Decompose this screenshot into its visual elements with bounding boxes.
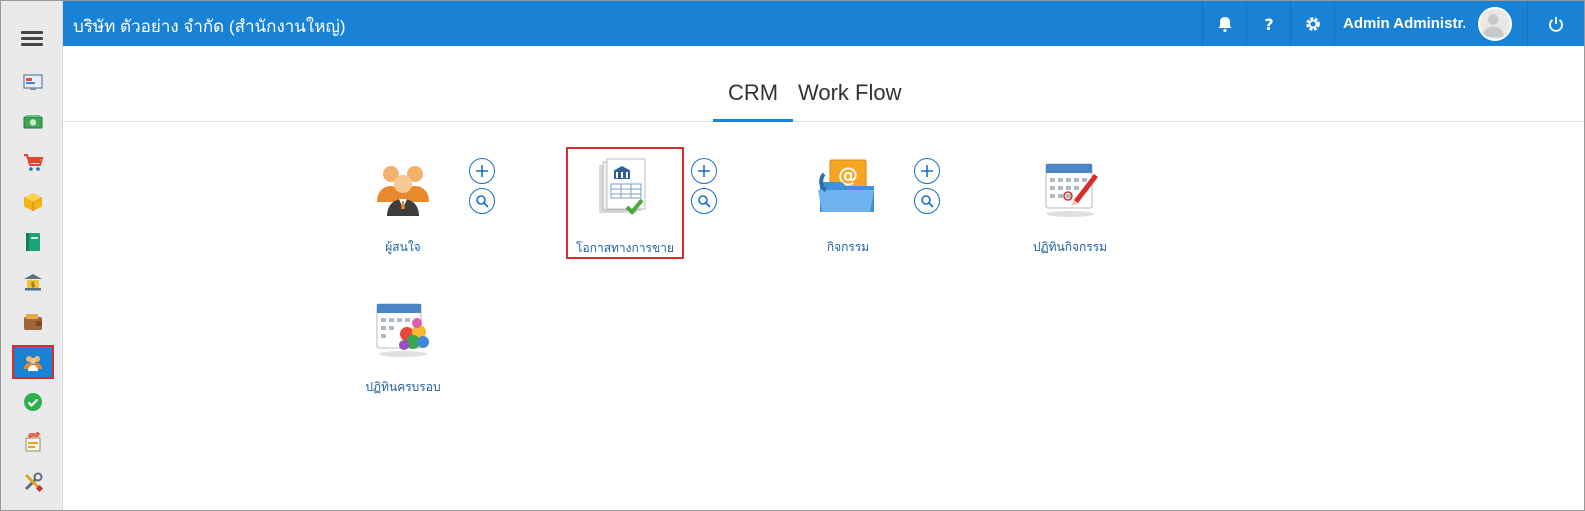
sidebar-item-transfer[interactable] (12, 425, 54, 459)
email-folder-icon: @ (818, 159, 874, 212)
sidebar: $ (1, 1, 63, 510)
tab-workflow[interactable]: Work Flow (798, 80, 902, 106)
search-icon (476, 195, 489, 208)
logout-button[interactable] (1527, 1, 1584, 46)
company-name: บริษัท ตัวอย่าง จำกัด (สำนักงานใหญ่) (73, 17, 346, 36)
book-icon (26, 233, 40, 251)
power-icon (1549, 16, 1563, 32)
opportunity-add-button[interactable] (691, 158, 717, 184)
cart-icon (24, 154, 44, 171)
svg-text:?: ? (1264, 15, 1273, 33)
module-leads[interactable]: ผู้สนใจ (344, 148, 462, 258)
sidebar-item-crm[interactable] (12, 345, 54, 379)
bank-icon: $ (24, 274, 42, 291)
activities-search-button[interactable] (914, 188, 940, 214)
plus-icon (921, 165, 933, 177)
module-tabs: CRM Work Flow (63, 46, 1584, 122)
wallet-icon (24, 314, 42, 330)
module-label: ปฏิทินกิจกรรม (1032, 240, 1108, 254)
module-sales-opportunity[interactable]: โอกาสทางการขาย (566, 147, 684, 259)
tools-icon (24, 472, 44, 493)
module-activity-calendar[interactable]: ปฏิทินกิจกรรม (1011, 148, 1129, 258)
gear-icon (1305, 16, 1320, 31)
plus-icon (476, 165, 488, 177)
user-avatar-icon (1482, 14, 1504, 38)
svg-text:$: $ (31, 281, 35, 289)
module-label: โอกาสทางการขาย (576, 241, 674, 255)
module-label: กิจกรรม (826, 240, 870, 254)
leads-search-button[interactable] (469, 188, 495, 214)
sales-document-icon (599, 158, 646, 215)
question-mark-icon: ? (1264, 15, 1273, 33)
sidebar-item-money[interactable] (12, 105, 54, 139)
tab-crm[interactable]: CRM (728, 80, 778, 106)
transfer-icon (25, 431, 41, 452)
sidebar-item-dashboard[interactable] (12, 65, 54, 99)
module-label: ผู้สนใจ (385, 240, 421, 254)
search-icon (698, 195, 711, 208)
money-icon (23, 115, 43, 129)
sidebar-item-settings[interactable] (12, 465, 54, 499)
top-header: บริษัท ตัวอย่าง จำกัด (สำนักงานใหญ่) ? A… (63, 1, 1584, 46)
sidebar-item-approve[interactable] (12, 385, 54, 419)
sidebar-item-cart[interactable] (12, 145, 54, 179)
search-icon (921, 195, 934, 208)
hamburger-menu-icon[interactable] (21, 31, 43, 49)
user-name: Admin Administr... (1343, 15, 1465, 32)
help-button[interactable]: ? (1246, 1, 1290, 46)
avatar[interactable] (1478, 7, 1512, 41)
active-tab-indicator (713, 119, 793, 122)
opportunity-search-button[interactable] (691, 188, 717, 214)
dashboard-icon (23, 74, 43, 90)
leads-add-button[interactable] (469, 158, 495, 184)
sidebar-item-wallet[interactable] (12, 305, 54, 339)
sidebar-item-book[interactable] (12, 225, 54, 259)
calendar-balloons-icon (376, 303, 429, 357)
crm-people-icon (24, 356, 42, 371)
sidebar-item-bank[interactable]: $ (12, 265, 54, 299)
notifications-button[interactable] (1202, 1, 1246, 46)
module-anniversary-calendar[interactable]: ปฏิทินครบรอบ (344, 288, 462, 398)
plus-icon (698, 165, 710, 177)
settings-button[interactable] (1290, 1, 1334, 46)
sidebar-item-box[interactable] (12, 185, 54, 219)
calendar-edit-icon (1045, 163, 1098, 217)
check-circle-icon (24, 393, 42, 411)
bell-icon (1218, 16, 1231, 32)
box-icon (23, 193, 43, 211)
module-label: ปฏิทินครบรอบ (365, 380, 441, 394)
module-activities[interactable]: @ กิจกรรม (789, 148, 907, 258)
people-group-icon (377, 166, 429, 216)
activities-add-button[interactable] (914, 158, 940, 184)
